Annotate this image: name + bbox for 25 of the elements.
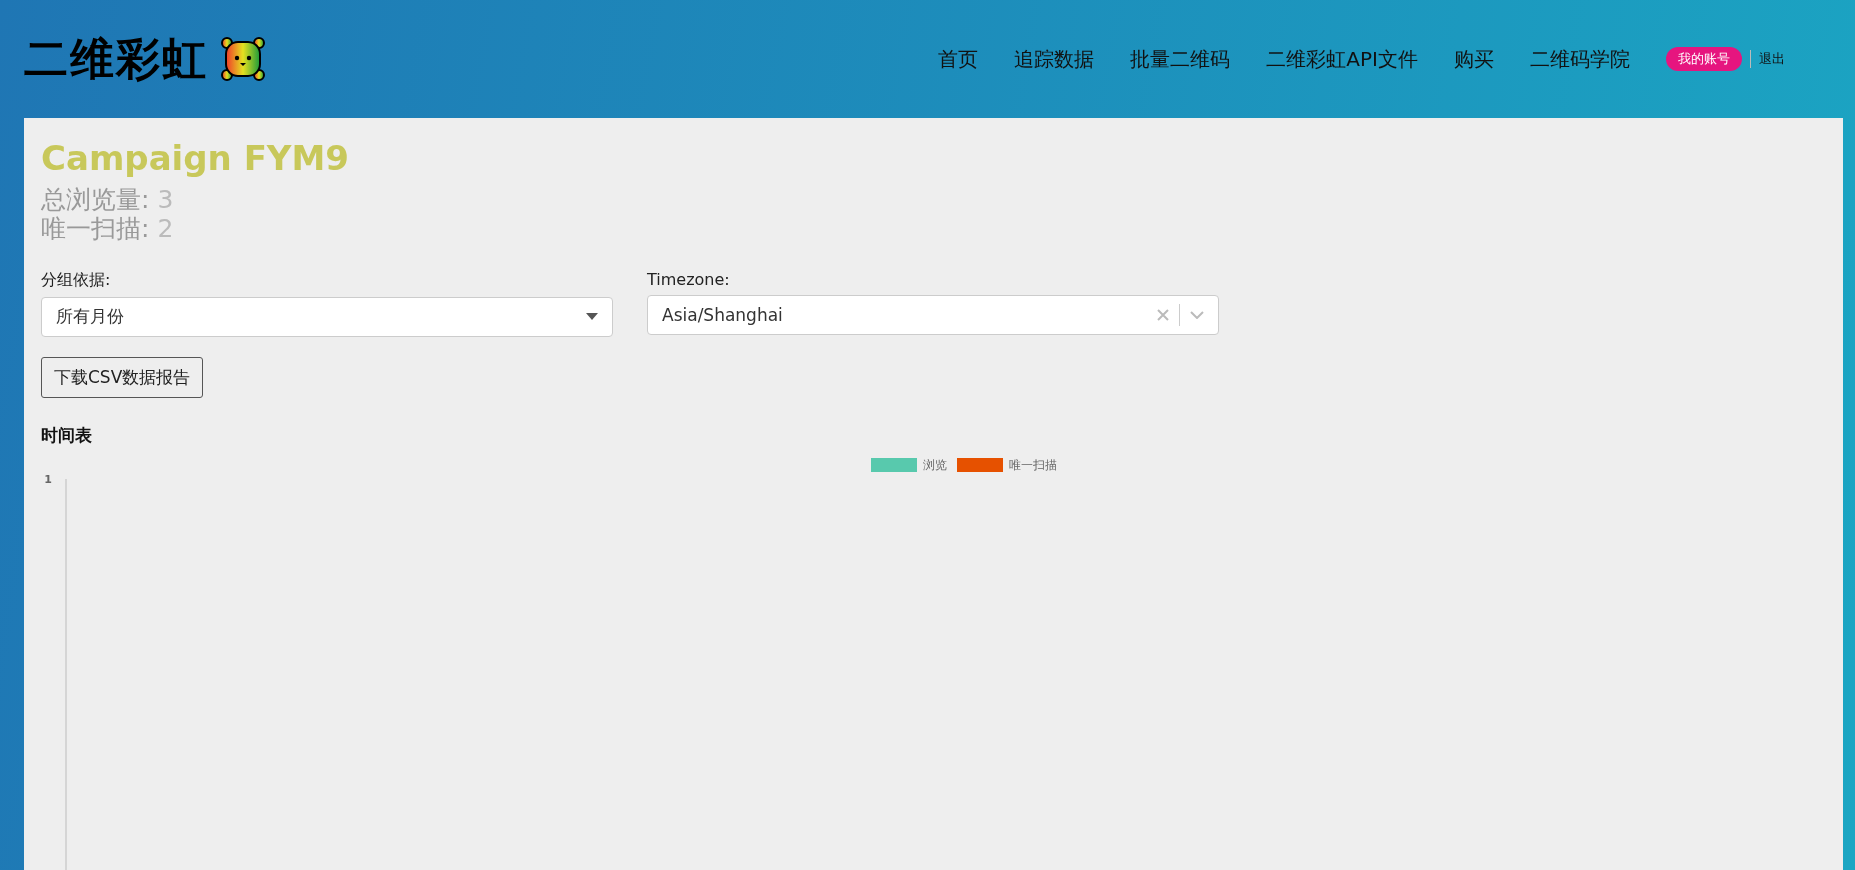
chevron-down-icon[interactable]	[1190, 310, 1204, 319]
nav-link[interactable]: 购买	[1454, 45, 1494, 73]
account-button[interactable]: 我的账号	[1666, 47, 1742, 71]
nav-link[interactable]: 二维彩虹API文件	[1266, 45, 1418, 73]
download-csv-button[interactable]: 下载CSV数据报告	[41, 356, 204, 398]
site-logo[interactable]: 二维彩虹	[24, 29, 208, 89]
clear-icon[interactable]	[1157, 308, 1169, 321]
legend-label: 浏览	[922, 456, 947, 474]
legend-label: 唯一扫描	[1008, 456, 1057, 474]
stat-label: 唯一扫描:	[41, 213, 150, 243]
stat-label: 总浏览量:	[41, 185, 150, 214]
logout-link[interactable]: 退出	[1759, 50, 1785, 68]
dropdown-caret-icon	[586, 313, 598, 320]
section-title: 时间表	[41, 423, 93, 447]
campaign-title: Campaign FYM9	[41, 138, 350, 178]
field-label: 分组依据:	[41, 269, 112, 291]
group-by-select[interactable]: 所有月份	[41, 296, 613, 337]
field-label: Timezone:	[647, 269, 731, 289]
nav-link[interactable]: 二维码学院	[1530, 45, 1630, 73]
axis-tick-label: 1	[44, 472, 52, 486]
nav-link[interactable]: 批量二维码	[1130, 45, 1231, 73]
bear-logo-icon	[220, 36, 266, 82]
nav-link[interactable]: 追踪数据	[1014, 45, 1095, 73]
timezone-select[interactable]: Asia/Shanghai	[647, 294, 1219, 335]
nav-link[interactable]: 首页	[938, 45, 979, 73]
